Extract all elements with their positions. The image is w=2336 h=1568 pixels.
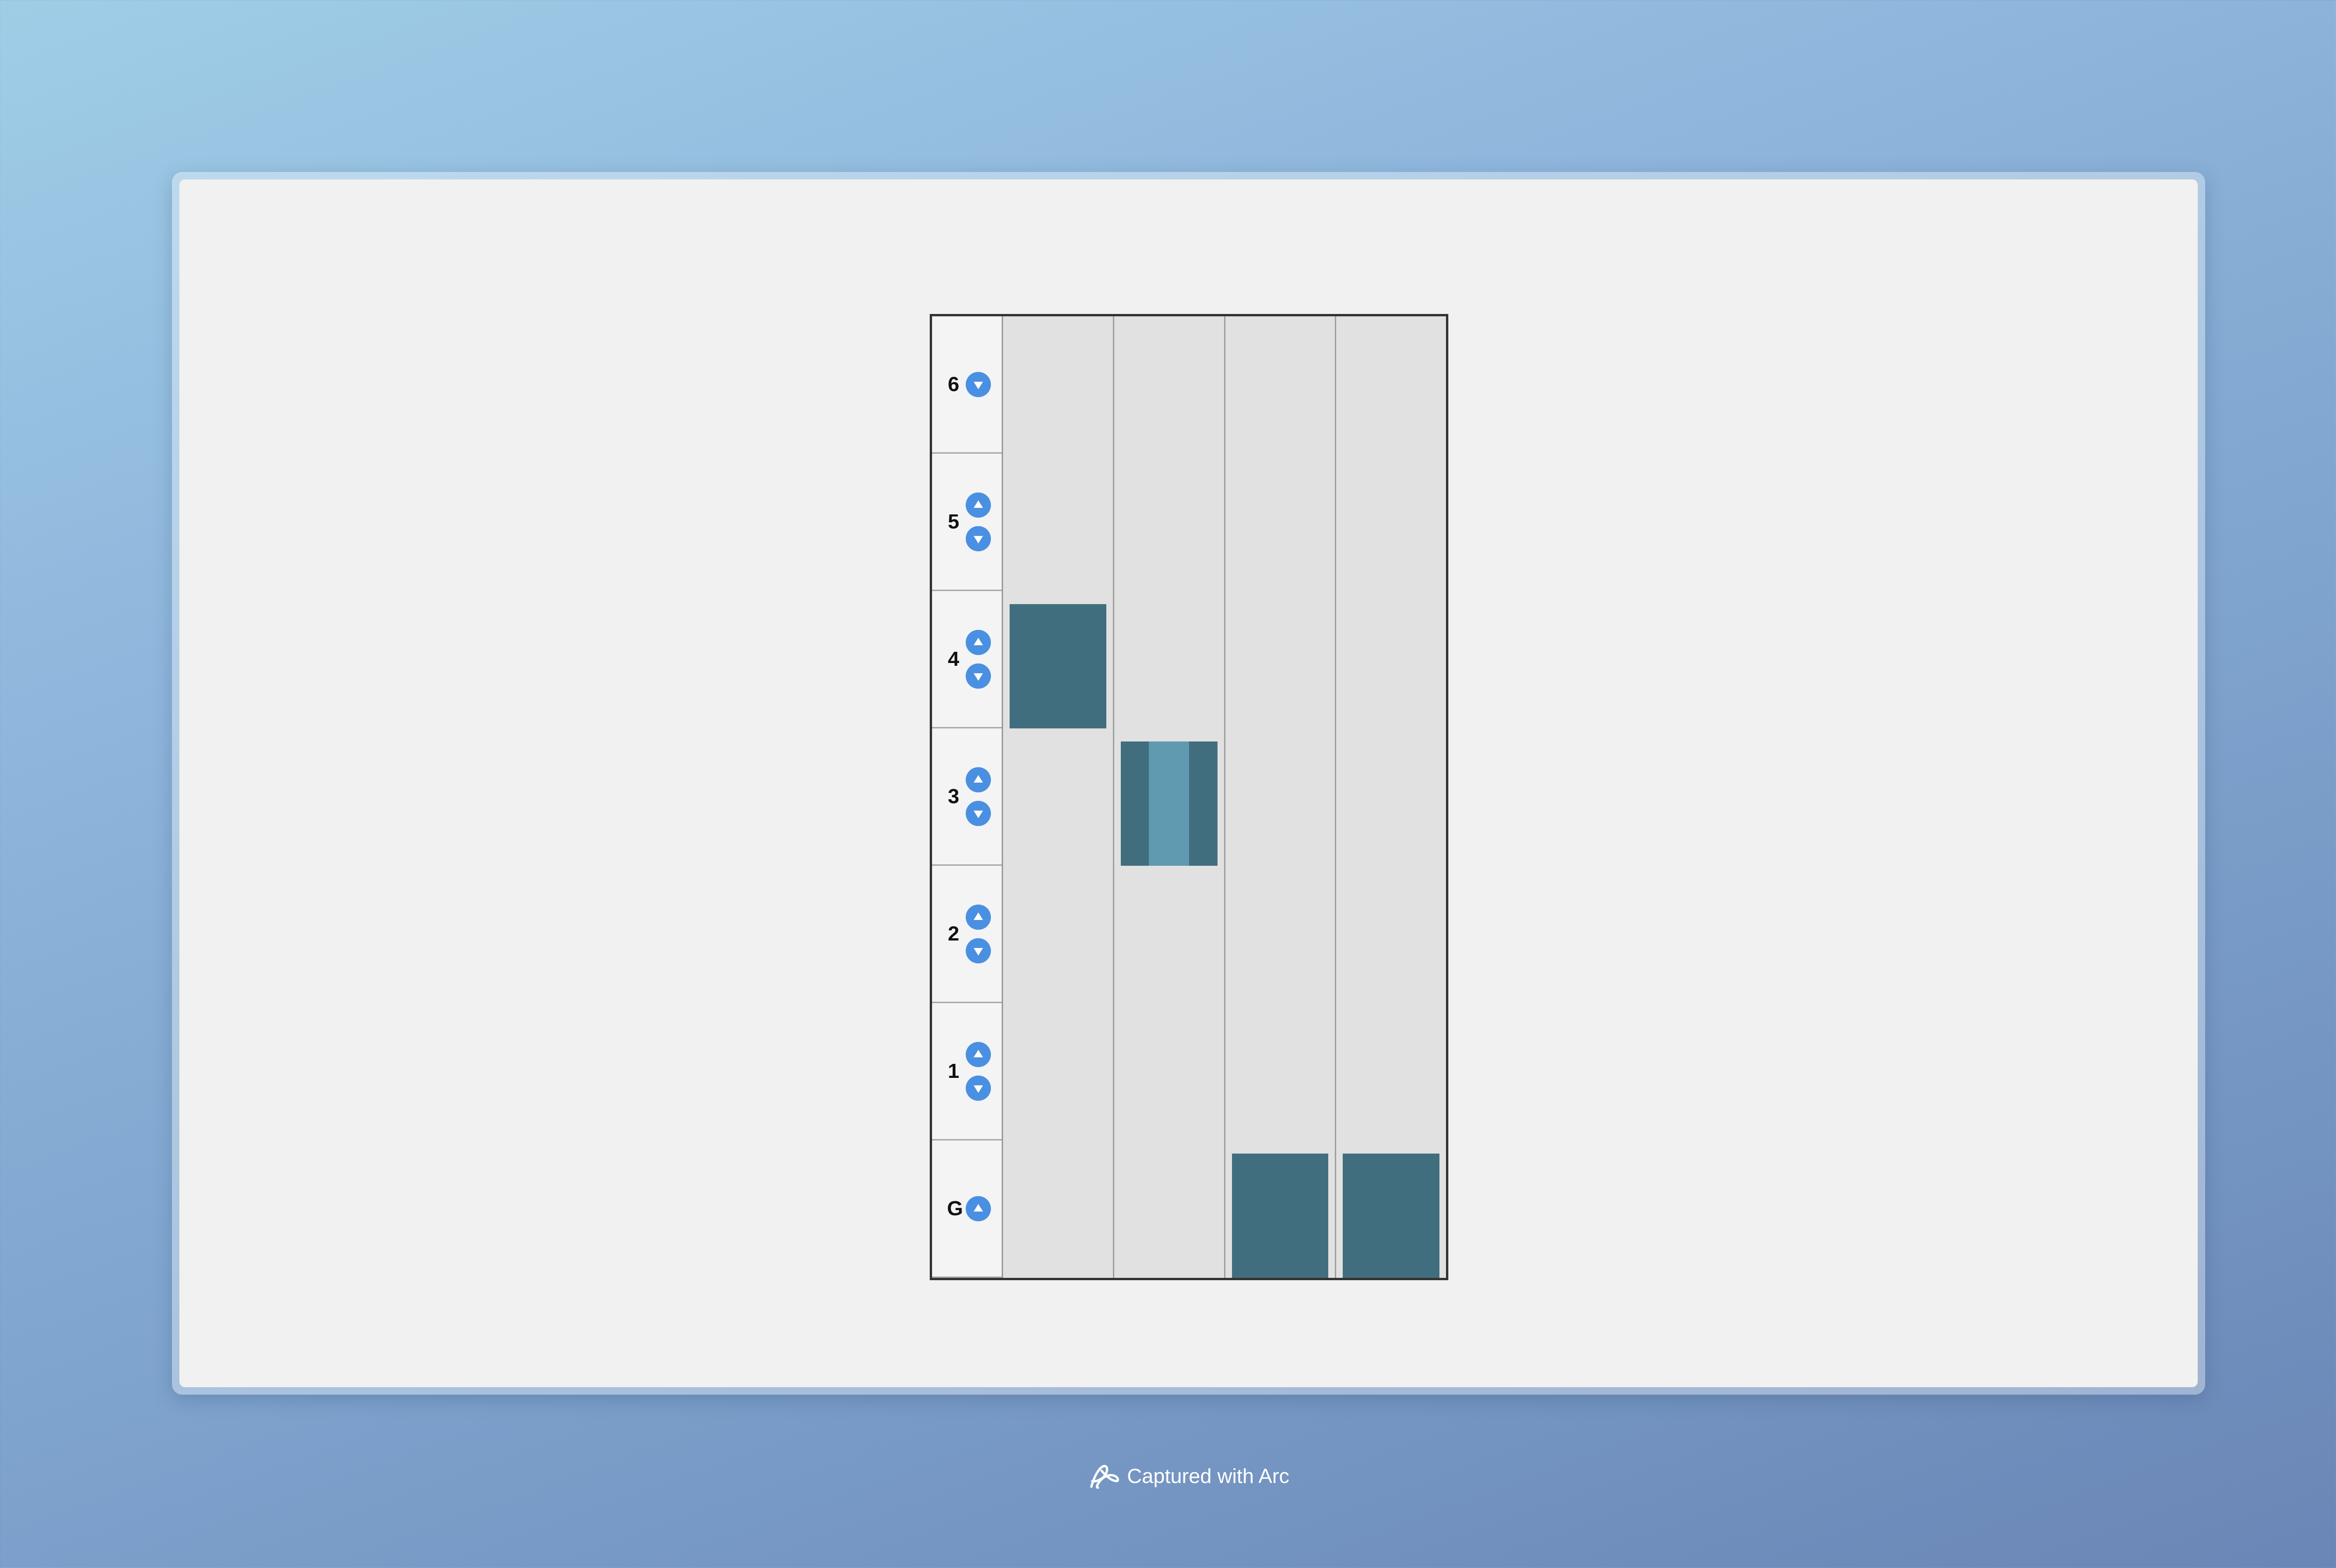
arrow-up-icon <box>974 775 983 783</box>
door-left <box>1120 741 1149 866</box>
arrow-up-icon <box>974 1049 983 1057</box>
footer-text: Captured with Arc <box>1127 1465 1289 1488</box>
floor-label: 6 <box>947 372 960 396</box>
elevator-car <box>1010 604 1106 728</box>
call-down-button[interactable] <box>966 371 991 397</box>
call-down-button[interactable] <box>966 526 991 551</box>
floor-row-3: 3 <box>932 728 1002 866</box>
call-down-button[interactable] <box>966 938 991 963</box>
arrow-down-icon <box>974 535 983 543</box>
call-up-button[interactable] <box>966 629 991 655</box>
arrow-down-icon <box>974 673 983 681</box>
door-opening <box>1149 741 1189 866</box>
arrow-down-icon <box>974 1085 983 1093</box>
call-down-button[interactable] <box>966 663 991 689</box>
floor-row-1: 1 <box>932 1003 1002 1140</box>
elevator-shaft-2 <box>1114 316 1225 1278</box>
call-up-button[interactable] <box>966 767 991 792</box>
floor-buttons <box>966 492 991 551</box>
floor-row-2: 2 <box>932 866 1002 1003</box>
capture-footer: Captured with Arc <box>0 1462 2336 1490</box>
floor-label: 5 <box>947 510 960 533</box>
floor-label: 3 <box>947 784 960 808</box>
floor-label: G <box>947 1197 963 1220</box>
elevator-shaft-1 <box>1003 316 1114 1278</box>
arrow-up-icon <box>974 912 983 920</box>
floor-label: 2 <box>947 922 960 945</box>
arrow-down-icon <box>974 948 983 955</box>
call-up-button[interactable] <box>966 1196 991 1221</box>
floor-row-g: G <box>932 1140 1002 1278</box>
floor-buttons <box>966 371 991 397</box>
floor-row-4: 4 <box>932 591 1002 728</box>
floor-row-5: 5 <box>932 454 1002 591</box>
floor-buttons <box>966 1196 991 1221</box>
arrow-up-icon <box>974 1204 983 1212</box>
call-up-button[interactable] <box>966 492 991 518</box>
elevator-car <box>1232 1154 1329 1278</box>
arrow-down-icon <box>974 381 983 389</box>
floor-buttons <box>966 904 991 963</box>
call-down-button[interactable] <box>966 800 991 826</box>
floor-row-6: 6 <box>932 316 1002 454</box>
floor-buttons <box>966 1041 991 1101</box>
elevator-shaft-4 <box>1336 316 1446 1278</box>
elevator-shaft-3 <box>1225 316 1337 1278</box>
floor-buttons <box>966 767 991 826</box>
floor-buttons <box>966 629 991 689</box>
floor-panel: 6 5 4 3 2 1 G <box>932 316 1003 1278</box>
arrow-up-icon <box>974 500 983 508</box>
call-down-button[interactable] <box>966 1075 991 1101</box>
floor-label: 1 <box>947 1059 960 1083</box>
arrow-down-icon <box>974 810 983 818</box>
arrow-up-icon <box>974 637 983 645</box>
elevator-car <box>1343 1154 1439 1278</box>
floor-label: 4 <box>947 647 960 670</box>
door-right <box>1189 741 1218 866</box>
elevator-system: 6 5 4 3 2 1 G <box>930 314 1448 1280</box>
arc-logo-icon <box>1090 1465 1119 1489</box>
call-up-button[interactable] <box>966 904 991 930</box>
elevator-car <box>1120 741 1218 866</box>
call-up-button[interactable] <box>966 1041 991 1067</box>
